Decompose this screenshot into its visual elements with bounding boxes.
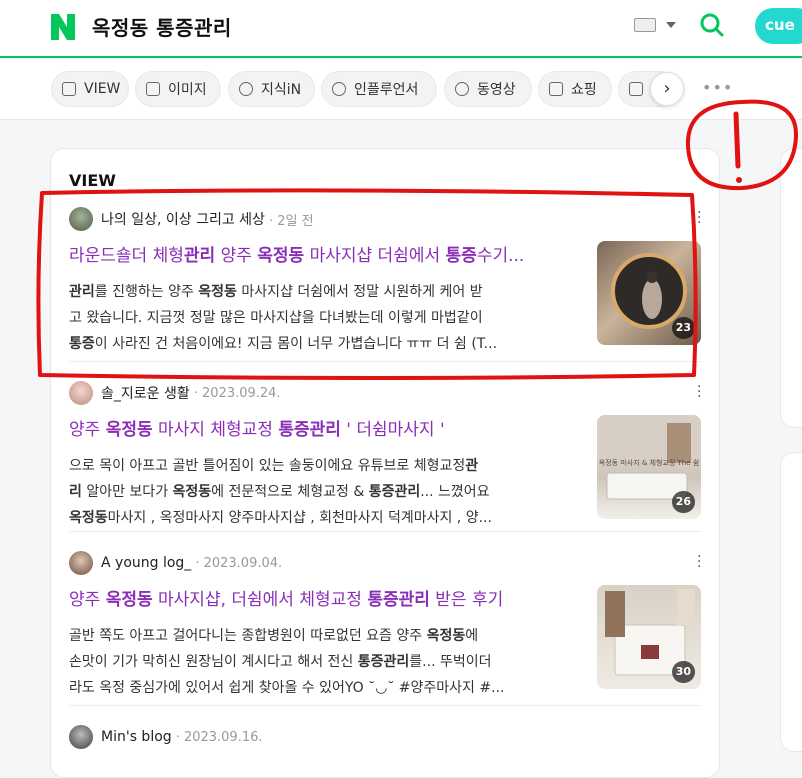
- tabs-next-button[interactable]: ›: [650, 72, 684, 106]
- avatar[interactable]: [69, 381, 93, 405]
- tab-label: 지식iN: [261, 82, 302, 98]
- person-icon: [332, 82, 346, 96]
- naver-logo[interactable]: [48, 12, 78, 42]
- post-date: · 2023.09.24.: [193, 385, 281, 401]
- title-text: 마사지샵, 더쉼에서 체형교정: [152, 590, 368, 610]
- author-name[interactable]: 솔_지로운 생활: [101, 383, 190, 403]
- keyword-highlight: 옥정동: [172, 484, 212, 500]
- kebab-menu-icon[interactable]: · · ·: [697, 380, 701, 404]
- tab-label: 이미지: [168, 82, 207, 98]
- news-icon: [629, 82, 643, 96]
- search-query[interactable]: 옥정동 통증관리: [92, 12, 232, 41]
- keyword-highlight: 통증관리: [367, 590, 430, 610]
- post-date: · 2023.09.16.: [175, 729, 263, 745]
- description-text: 를... 뚜벅이더: [409, 654, 492, 670]
- search-header: 옥정동 통증관리 cue: [0, 0, 802, 58]
- tab-label: VIEW: [84, 81, 121, 97]
- description-line: 옥정동마사지 , 옥정마사지 양주마사지샵 , 회천마사지 덕계마사지 , 양.…: [69, 505, 581, 531]
- keyword-highlight: 옥정동: [69, 510, 108, 526]
- chevron-down-icon[interactable]: [666, 22, 676, 28]
- play-icon: [455, 82, 469, 96]
- tab-influencer[interactable]: 인플루언서: [321, 71, 437, 107]
- item-thumbnail[interactable]: 옥정동 마사지 & 체형교정 The 쉼 26: [597, 415, 701, 519]
- description-text: 에: [465, 628, 479, 644]
- keyword-highlight: 통증관리: [357, 654, 410, 670]
- keyword-highlight: 리: [69, 484, 82, 500]
- keyword-highlight: 통증관리: [368, 484, 421, 500]
- tab-video[interactable]: 동영상: [444, 71, 532, 107]
- description-text: 골반 쪽도 아프고 걸어다니는 종합병원이 따로없던 요즘 양주: [69, 628, 427, 644]
- title-text: 양주: [69, 590, 106, 610]
- description-line: 리 알아만 보다가 옥정동에 전문적으로 체형교정 & 통증관리... 느꼈어요: [69, 479, 581, 505]
- keyword-highlight: 통증관리: [278, 420, 341, 440]
- description-text: 라도 옥정 중심가에 있어서 쉽게 찾아올 수 있어YO ˘◡˘ #양주마사지 …: [69, 680, 505, 696]
- divider: [69, 531, 701, 532]
- description-line: 손맛이 기가 막히신 원장님이 계시다고 해서 전신 통증관리를... 뚜벅이더: [69, 649, 581, 675]
- author-name[interactable]: A young log_: [101, 555, 191, 571]
- more-dots-icon[interactable]: •••: [702, 78, 733, 97]
- description-text: 에 전문적으로 체형교정 &: [211, 484, 369, 500]
- document-icon: [62, 82, 76, 96]
- avatar[interactable]: [69, 725, 93, 749]
- thumb-caption: 옥정동 마사지 & 체형교정 The 쉼: [599, 458, 699, 467]
- title-text: 양주: [69, 420, 106, 440]
- item-meta: 솔_지로운 생활 · 2023.09.24.: [69, 381, 281, 405]
- tab-view[interactable]: VIEW: [51, 71, 129, 107]
- tab-label: 동영상: [477, 82, 516, 98]
- item-title[interactable]: 양주 옥정동 마사지샵, 더쉼에서 체형교정 통증관리 받은 후기: [69, 585, 589, 610]
- item-title[interactable]: 양주 옥정동 마사지 체형교정 통증관리 ' 더쉼마사지 ': [69, 415, 589, 440]
- author-name[interactable]: Min's blog: [101, 729, 172, 745]
- red-annotation-circle: [685, 99, 799, 191]
- title-text: 받은 후기: [429, 590, 504, 610]
- description-line: 라도 옥정 중심가에 있어서 쉽게 찾아올 수 있어YO ˘◡˘ #양주마사지 …: [69, 675, 581, 701]
- tab-label: 인플루언서: [354, 82, 419, 98]
- description-line: 으로 목이 아프고 골반 틀어짐이 있는 솔둥이에요 유튜브로 체형교정관: [69, 453, 581, 479]
- description-text: 알아만 보다가: [81, 484, 173, 500]
- tab-kin[interactable]: 지식iN: [228, 71, 315, 107]
- avatar[interactable]: [69, 551, 93, 575]
- tab-shopping[interactable]: 쇼핑: [538, 71, 612, 107]
- question-icon: [239, 82, 253, 96]
- keyword-highlight: 옥정동: [105, 420, 153, 440]
- tab-label: 쇼핑: [571, 82, 597, 98]
- post-date: · 2023.09.04.: [195, 555, 283, 571]
- title-text: 마사지 체형교정: [152, 420, 279, 440]
- divider: [69, 705, 701, 706]
- description-line: 골반 쪽도 아프고 걸어다니는 종합병원이 따로없던 요즘 양주 옥정동에: [69, 623, 581, 649]
- keyword-highlight: 관: [465, 458, 479, 474]
- image-icon: [146, 82, 160, 96]
- search-icon[interactable]: [700, 13, 724, 37]
- description-text: 손맛이 기가 막히신 원장님이 계시다고 해서 전신: [69, 654, 358, 670]
- image-count-badge: 30: [671, 661, 695, 683]
- description-text: 마사지 , 옥정마사지 양주마사지샵 , 회천마사지 덕계마사지 , 양...: [107, 510, 492, 526]
- description-text: 으로 목이 아프고 골반 틀어짐이 있는 솔둥이에요 유튜브로 체형교정: [69, 458, 466, 474]
- keyword-highlight: 옥정동: [105, 590, 153, 610]
- list-item: A young log_ · 2023.09.04. · · · 양주 옥정동 마사…: [69, 550, 701, 706]
- list-item: 솔_지로운 생활 · 2023.09.24. · · · 양주 옥정동 마사지 체형…: [69, 380, 701, 532]
- kebab-menu-icon[interactable]: · · ·: [697, 550, 701, 574]
- list-item: Min's blog · 2023.09.16.: [69, 725, 701, 765]
- keyword-highlight: 옥정동: [426, 628, 466, 644]
- description-text: ... 느꼈어요: [420, 484, 490, 500]
- shopping-bag-icon: [549, 82, 563, 96]
- item-meta: Min's blog · 2023.09.16.: [69, 725, 263, 749]
- item-description[interactable]: 으로 목이 아프고 골반 틀어짐이 있는 솔둥이에요 유튜브로 체형교정관 리 알…: [69, 453, 581, 531]
- item-description[interactable]: 골반 쪽도 아프고 걸어다니는 종합병원이 따로없던 요즘 양주 옥정동에 손맛이…: [69, 623, 581, 701]
- item-thumbnail[interactable]: 30: [597, 585, 701, 689]
- image-count-badge: 26: [671, 491, 695, 513]
- item-meta: A young log_ · 2023.09.04.: [69, 551, 282, 575]
- keyboard-icon[interactable]: [634, 18, 656, 32]
- side-panel-card: [780, 452, 802, 752]
- title-text: ' 더쉼마사지 ': [340, 420, 445, 440]
- cue-button[interactable]: cue: [755, 8, 802, 44]
- red-annotation-box: [36, 188, 698, 380]
- tab-image[interactable]: 이미지: [135, 71, 221, 107]
